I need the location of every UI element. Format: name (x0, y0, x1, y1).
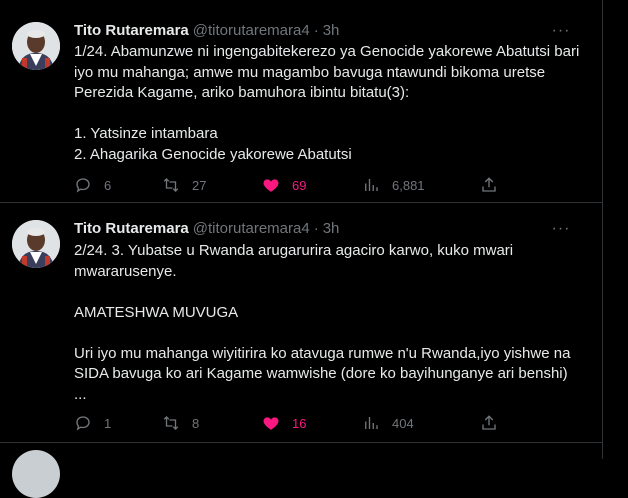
author-handle[interactable]: @titorutaremara4 (193, 220, 310, 237)
retweet-icon (163, 416, 179, 430)
share-icon (482, 177, 496, 192)
retweet-icon (163, 178, 179, 192)
avatar[interactable] (12, 22, 60, 70)
author-name[interactable]: Tito Rutaremara (74, 22, 189, 39)
column-border (602, 0, 603, 459)
reply-count: 1 (104, 415, 112, 431)
views-chart-icon (365, 179, 378, 191)
avatar[interactable] (12, 220, 60, 268)
heart-filled-icon (263, 417, 279, 430)
timestamp[interactable]: 3h (323, 22, 340, 39)
views-button[interactable]: 404 (362, 413, 414, 433)
view-count: 404 (392, 415, 414, 431)
retweet-button[interactable]: 8 (162, 413, 199, 433)
tweet-header: Tito Rutaremara @titorutaremara4 · 3h (74, 22, 339, 42)
tweet-actions: 1 8 16 404 (74, 413, 504, 433)
author-name[interactable]: Tito Rutaremara (74, 220, 189, 237)
reply-count: 6 (104, 177, 112, 193)
view-count: 6,881 (392, 177, 425, 193)
reply-button[interactable]: 6 (74, 175, 111, 195)
more-icon[interactable]: ··· (550, 221, 572, 237)
tweet-text: 1/24. Abamunzwe ni ingengabitekerezo ya … (74, 42, 580, 165)
heart-filled-icon (263, 179, 279, 192)
share-icon (482, 415, 496, 430)
share-button[interactable] (480, 175, 510, 195)
like-count: 16 (292, 415, 307, 431)
like-button[interactable]: 69 (262, 175, 306, 195)
like-count: 69 (292, 177, 307, 193)
tweet[interactable]: Tito Rutaremara @titorutaremara4 · 3h ··· 2… (0, 203, 602, 441)
retweet-button[interactable]: 27 (162, 175, 206, 195)
share-button[interactable] (480, 413, 510, 433)
timeline: Tito Rutaremara @titorutaremara4 · 3h ··· 1… (0, 0, 602, 498)
reply-icon (76, 178, 90, 193)
author-handle[interactable]: @titorutaremara4 (193, 22, 310, 39)
timestamp[interactable]: 3h (323, 220, 340, 237)
reply-icon (76, 416, 90, 431)
retweet-count: 27 (192, 177, 207, 193)
tweet-text-content: 1/24. Abamunzwe ni ingengabitekerezo ya … (74, 43, 580, 163)
avatar[interactable] (12, 450, 60, 498)
tweet-text: 2/24. 3. Yubatse u Rwanda arugarurira ag… (74, 241, 580, 405)
views-button[interactable]: 6,881 (362, 175, 425, 195)
views-chart-icon (365, 417, 378, 429)
separator-dot: · (313, 22, 319, 39)
separator-dot: · (313, 220, 319, 237)
retweet-count: 8 (192, 415, 200, 431)
more-icon[interactable]: ··· (550, 23, 572, 39)
reply-button[interactable]: 1 (74, 413, 111, 433)
like-button[interactable]: 16 (262, 413, 306, 433)
tweet-divider (0, 442, 602, 443)
tweet-header: Tito Rutaremara @titorutaremara4 · 3h (74, 220, 339, 240)
tweet-text-content: 2/24. 3. Yubatse u Rwanda arugarurira ag… (74, 242, 571, 403)
tweet[interactable]: Tito Rutaremara @titorutaremara4 · 3h ··· 1… (0, 0, 602, 202)
tweet-actions: 6 27 69 6,881 (74, 175, 504, 195)
